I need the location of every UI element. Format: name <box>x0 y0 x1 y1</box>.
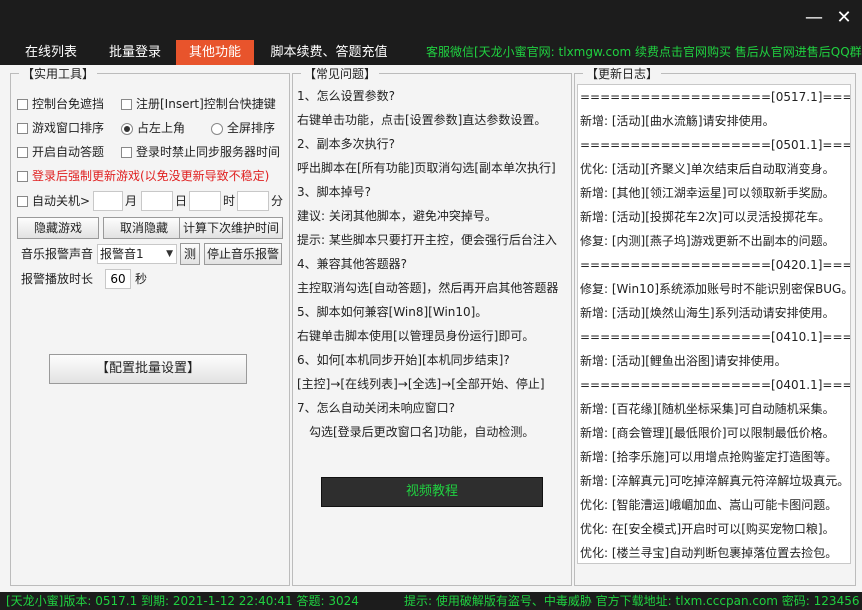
changelog-panel: 【更新日志】 ===================[0517.1]======… <box>574 67 856 586</box>
log-line: 新增: [活动][投掷花车2次]可以灵活投掷花车。 <box>580 210 831 224</box>
tab-other-functions[interactable]: 其他功能 <box>176 40 254 65</box>
test-alarm-button[interactable]: 测 <box>180 243 200 265</box>
faq-line: 呼出脚本在[所有功能]页取消勾选[副本单次执行] <box>297 161 556 175</box>
changelog-panel-title: 【更新日志】 <box>583 67 662 81</box>
status-download-tip[interactable]: 提示: 使用破解版有盗号、中毒威胁 官方下载地址: tlxm.cccpan.co… <box>404 592 859 610</box>
day-label: 日 <box>175 194 188 208</box>
tab-batch-login[interactable]: 批量登录 <box>96 40 174 65</box>
checkbox-box[interactable] <box>17 147 28 158</box>
log-line: 新增: [活动][鲤鱼出浴图]请安排使用。 <box>580 354 787 368</box>
cancel-hide-button[interactable]: 取消隐藏 <box>103 217 185 239</box>
log-line: 新增: [活动][曲水流觞]请安排使用。 <box>580 114 775 128</box>
faq-line: 右键单击功能，点击[设置参数]直达参数设置。 <box>297 113 547 127</box>
music-alarm-select[interactable]: 报警音1 ▼ <box>97 244 177 264</box>
faq-line: 勾选[登录后更改窗口名]功能，自动检测。 <box>297 425 535 439</box>
log-line: ===================[0410.1]=============… <box>580 330 851 344</box>
checkbox-box[interactable] <box>17 171 28 182</box>
force-update-checkbox[interactable]: 登录后强制更新游戏(以免没更新导致不稳定) <box>17 166 269 186</box>
log-line: 修复: [Win10]系统添加账号时不能识别密保BUG。 <box>580 282 851 296</box>
log-line: 优化: [活动][齐聚义]单次结束后自动取消变身。 <box>580 162 835 176</box>
disable-sync-time-checkbox[interactable]: 登录时禁止同步服务器时间 <box>121 142 280 162</box>
checkbox-box[interactable] <box>17 196 28 207</box>
minute-label: 分 <box>271 194 284 208</box>
log-line: 新增: [拾李乐施]可以用增点抢购鉴定打造图等。 <box>580 450 838 464</box>
hour-label: 时 <box>223 194 236 208</box>
log-line: 新增: [商会管理][最低限价]可以限制最低价格。 <box>580 426 835 440</box>
faq-panel-title: 【常见问题】 <box>301 67 380 81</box>
log-line: 优化: [楼兰寻宝]自动判断包裹掉落位置去捡包。 <box>580 546 838 560</box>
tab-online-list[interactable]: 在线列表 <box>12 40 90 65</box>
radio-dot[interactable] <box>121 122 133 135</box>
alarm-duration-input[interactable] <box>105 269 131 289</box>
shutdown-hour-input[interactable] <box>189 191 221 211</box>
log-line: ===================[0420.1]=============… <box>580 258 851 272</box>
tools-panel-title: 【实用工具】 <box>19 67 98 81</box>
auto-answer-checkbox[interactable]: 开启自动答题 <box>17 142 104 162</box>
alarm-duration-unit: 秒 <box>135 272 148 286</box>
log-line: 新增: [百花缘][随机坐标采集]可自动随机采集。 <box>580 402 835 416</box>
checkbox-box[interactable] <box>121 99 132 110</box>
log-line: 新增: [活动][焕然山海生]系列活动请安排使用。 <box>580 306 835 320</box>
fullscreen-sort-radio[interactable]: 全屏排序 <box>211 118 275 138</box>
top-left-radio[interactable]: 占左上角 <box>121 118 185 138</box>
shutdown-day-input[interactable] <box>141 191 173 211</box>
status-bar: [天龙小蜜]版本: 0517.1 到期: 2021-1-12 22:40:41 … <box>0 592 862 610</box>
faq-line: 3、脚本掉号? <box>297 185 372 199</box>
main-content: 【实用工具】 控制台免遮挡 注册[Insert]控制台快捷键 游戏窗口排序 占左… <box>0 65 862 592</box>
faq-line: 4、兼容其他答题器? <box>297 257 408 271</box>
log-line: 新增: [其他][领江湖幸运星]可以领取新手奖励。 <box>580 186 835 200</box>
service-notice[interactable]: 客服微信[天龙小蜜官网: tlxmgw.com 续费点击官网购买 售后从官网进售… <box>426 40 862 65</box>
log-line: 新增: [淬解真元]可吃掉淬解真元符淬解垃圾真元。 <box>580 474 850 488</box>
batch-config-button[interactable]: 【配置批量设置】 <box>49 354 247 384</box>
shutdown-minute-input[interactable] <box>237 191 269 211</box>
faq-line: 5、脚本如何兼容[Win8][Win10]。 <box>297 305 488 319</box>
faq-line: 6、如何[本机同步开始][本机同步结束]? <box>297 353 510 367</box>
game-window-sort-checkbox[interactable]: 游戏窗口排序 <box>17 118 104 138</box>
close-button[interactable]: ✕ <box>830 6 858 30</box>
checkbox-box[interactable] <box>17 99 28 110</box>
faq-line: 主控取消勾选[自动答题]，然后再开启其他答题器 <box>297 281 559 295</box>
faq-line: 建议: 关闭其他脚本，避免冲突掉号。 <box>297 209 497 223</box>
log-line: ===================[0501.1]=============… <box>580 138 851 152</box>
faq-line: 右键单击脚本使用[以管理员身份运行]即可。 <box>297 329 535 343</box>
faq-panel: 【常见问题】 1、怎么设置参数? 右键单击功能，点击[设置参数]直达参数设置。 … <box>292 67 572 586</box>
month-label: 月 <box>125 194 138 208</box>
alarm-duration-label: 报警播放时长 <box>21 272 94 286</box>
radio-dot[interactable] <box>211 122 223 135</box>
stop-music-alarm-button[interactable]: 停止音乐报警 <box>204 243 282 265</box>
calc-maintenance-button[interactable]: 计算下次维护时间 <box>179 217 283 239</box>
log-line: 优化: [智能漕运]峨嵋加血、嵩山可能卡图问题。 <box>580 498 838 512</box>
checkbox-box[interactable] <box>121 147 132 158</box>
log-line: ===================[0517.1]=============… <box>580 90 851 104</box>
tab-renewal-recharge[interactable]: 脚本续费、答题充值 <box>260 40 398 65</box>
minimize-button[interactable]: — <box>800 6 828 30</box>
tools-panel: 【实用工具】 控制台免遮挡 注册[Insert]控制台快捷键 游戏窗口排序 占左… <box>10 67 290 586</box>
faq-line: 提示: 某些脚本只要打开主控，便会强行后台注入 <box>297 233 557 247</box>
faq-line: [主控]→[在线列表]→[全选]→[全部开始、停止] <box>297 377 545 391</box>
hide-game-button[interactable]: 隐藏游戏 <box>17 217 99 239</box>
log-line: 修复: [内测][燕子坞]游戏更新不出副本的问题。 <box>580 234 835 248</box>
faq-line: 1、怎么设置参数? <box>297 89 396 103</box>
music-alarm-label: 音乐报警声音 <box>21 247 94 261</box>
faq-line: 7、怎么自动关闭未响应窗口? <box>297 401 456 415</box>
checkbox-box[interactable] <box>17 123 28 134</box>
status-version-info: [天龙小蜜]版本: 0517.1 到期: 2021-1-12 22:40:41 … <box>6 594 359 608</box>
auto-shutdown-checkbox[interactable]: 自动关机> <box>17 191 90 211</box>
log-line: 优化: 在[安全模式]开启时可以[购买宠物口粮]。 <box>580 522 835 536</box>
title-bar: — ✕ <box>0 0 862 40</box>
shutdown-month-input[interactable] <box>93 191 123 211</box>
faq-line: 2、副本多次执行? <box>297 137 396 151</box>
register-hotkey-checkbox[interactable]: 注册[Insert]控制台快捷键 <box>121 94 276 114</box>
console-no-mask-checkbox[interactable]: 控制台免遮挡 <box>17 94 104 114</box>
video-tutorial-button[interactable]: 视频教程 <box>321 477 543 507</box>
log-line: ===================[0401.1]=============… <box>580 378 851 392</box>
changelog-list[interactable]: ===================[0517.1]=============… <box>577 84 851 564</box>
chevron-down-icon: ▼ <box>166 249 173 259</box>
tab-bar: 在线列表 批量登录 其他功能 脚本续费、答题充值 客服微信[天龙小蜜官网: tl… <box>0 40 862 65</box>
